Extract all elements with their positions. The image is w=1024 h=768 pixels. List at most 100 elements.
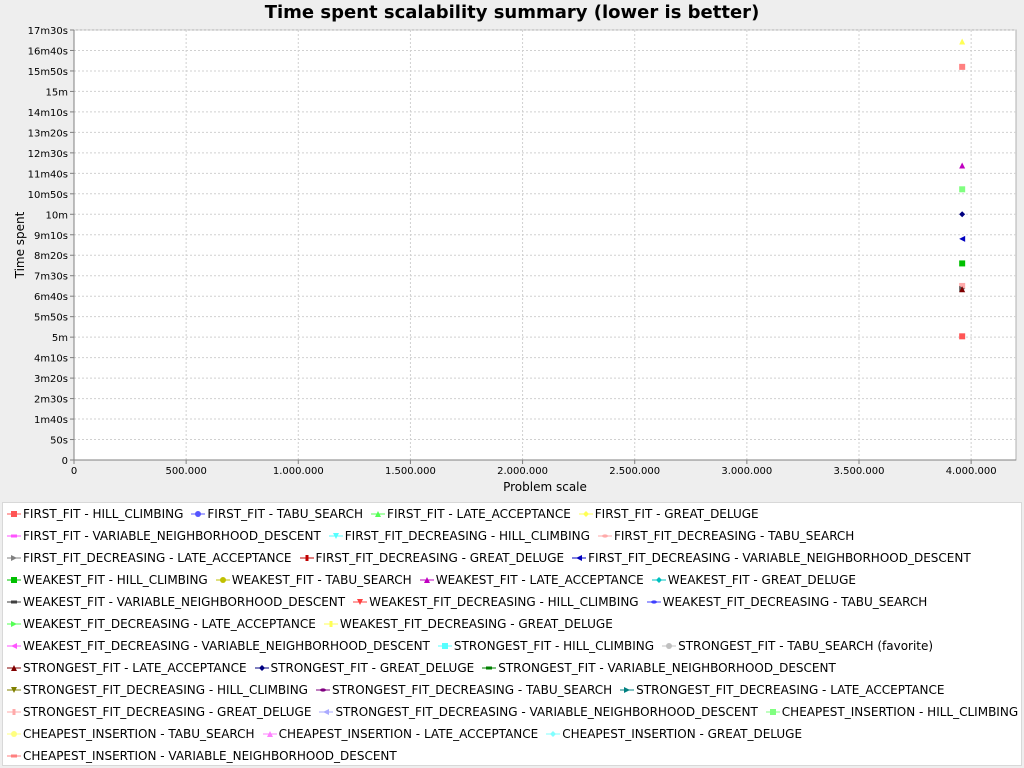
legend-label: FIRST_FIT - GREAT_DELUGE	[594, 507, 759, 521]
data-point	[959, 333, 966, 340]
legend-label: STRONGEST_FIT - VARIABLE_NEIGHBORHOOD_DE…	[498, 661, 836, 675]
legend-label: FIRST_FIT - TABU_SEARCH	[207, 507, 364, 521]
data-point	[959, 63, 966, 70]
legend-swatch	[299, 555, 314, 561]
y-tick-label: 16m40s	[28, 46, 68, 57]
legend-item: STRONGEST_FIT - GREAT_DELUGE	[254, 661, 475, 675]
legend-item: CHEAPEST_INSERTION - HILL_CLIMBING	[765, 705, 1018, 719]
legend-row: STRONGEST_FIT_DECREASING - GREAT_DELUGE S…	[7, 701, 1024, 723]
legend-row: WEAKEST_FIT_DECREASING - LATE_ACCEPTANCE…	[7, 613, 621, 635]
legend-swatch	[7, 600, 21, 604]
legend-item: WEAKEST_FIT - LATE_ACCEPTANCE	[419, 573, 644, 587]
legend-swatch	[7, 754, 21, 758]
legend-label: FIRST_FIT - VARIABLE_NEIGHBORHOOD_DESCEN…	[23, 529, 321, 543]
legend-row: CHEAPEST_INSERTION - VARIABLE_NEIGHBORHO…	[7, 745, 405, 767]
legend-label: WEAKEST_FIT_DECREASING - VARIABLE_NEIGHB…	[23, 639, 430, 653]
legend-swatch	[7, 643, 21, 649]
legend-row: STRONGEST_FIT_DECREASING - HILL_CLIMBING…	[7, 679, 952, 701]
legend-label: STRONGEST_FIT - TABU_SEARCH (favorite)	[678, 639, 934, 653]
legend-label: WEAKEST_FIT - VARIABLE_NEIGHBORHOOD_DESC…	[23, 595, 346, 609]
x-axis-label: Problem scale	[503, 480, 587, 494]
y-axis-ticks: 0 50s 1m40s 2m30s 3m20s 4m10s 5m 5m50s 6m40s 7m30…	[28, 26, 74, 467]
legend-item: STRONGEST_FIT_DECREASING - VARIABLE_NEIG…	[319, 705, 758, 719]
legend-label: WEAKEST_FIT_DECREASING - HILL_CLIMBING	[369, 595, 639, 609]
legend-item: FIRST_FIT_DECREASING - GREAT_DELUGE	[299, 551, 565, 565]
legend-item: CHEAPEST_INSERTION - TABU_SEARCH	[7, 727, 255, 741]
chart-legend: FIRST_FIT - HILL_CLIMBING FIRST_FIT - TAB…	[2, 502, 1022, 766]
legend-swatch	[328, 533, 343, 539]
legend-swatch	[572, 555, 587, 561]
y-tick-label: 17m30s	[28, 26, 68, 37]
legend-label: STRONGEST_FIT_DECREASING - TABU_SEARCH	[331, 683, 613, 697]
legend-label: STRONGEST_FIT_DECREASING - HILL_CLIMBING	[23, 683, 308, 697]
legend-label: WEAKEST_FIT - TABU_SEARCH	[231, 573, 412, 587]
legend-label: FIRST_FIT_DECREASING - HILL_CLIMBING	[344, 529, 590, 543]
legend-swatch	[646, 600, 661, 604]
x-tick-label: 0	[71, 466, 77, 477]
y-tick-label: 12m30s	[28, 149, 68, 160]
legend-swatch	[765, 709, 780, 715]
plot-area	[73, 29, 1017, 461]
legend-label: WEAKEST_FIT_DECREASING - GREAT_DELUGE	[339, 617, 613, 631]
legend-swatch	[546, 731, 561, 737]
legend-item: FIRST_FIT - TABU_SEARCH	[191, 507, 363, 521]
legend-row: FIRST_FIT_DECREASING - LATE_ACCEPTANCE FI…	[7, 547, 979, 569]
legend-label: CHEAPEST_INSERTION - TABU_SEARCH	[23, 727, 255, 741]
legend-row: FIRST_FIT - VARIABLE_NEIGHBORHOOD_DESCEN…	[7, 525, 862, 547]
y-tick-label: 4m10s	[34, 354, 68, 365]
y-tick-label: 5m	[52, 333, 68, 344]
legend-label: WEAKEST_FIT_DECREASING - TABU_SEARCH	[662, 595, 928, 609]
legend-swatch	[191, 511, 206, 517]
legend-label: WEAKEST_FIT - HILL_CLIMBING	[23, 573, 208, 587]
legend-label: STRONGEST_FIT_DECREASING - LATE_ACCEPTAN…	[636, 683, 945, 697]
legend-item: STRONGEST_FIT - HILL_CLIMBING	[437, 639, 655, 653]
legend-label: STRONGEST_FIT - HILL_CLIMBING	[453, 639, 655, 653]
legend-label: FIRST_FIT_DECREASING - LATE_ACCEPTANCE	[23, 551, 292, 565]
legend-swatch	[7, 511, 21, 517]
y-tick-label: 14m10s	[28, 108, 68, 119]
legend-row: STRONGEST_FIT - LATE_ACCEPTANCE STRONGEST…	[7, 657, 844, 679]
legend-item: FIRST_FIT - VARIABLE_NEIGHBORHOOD_DESCEN…	[7, 529, 321, 543]
legend-label: STRONGEST_FIT - GREAT_DELUGE	[270, 661, 475, 675]
y-tick-label: 9m10s	[34, 231, 68, 242]
x-tick-label: 3.000.000	[721, 466, 772, 477]
y-tick-label: 13m20s	[28, 128, 68, 139]
data-point	[959, 260, 966, 267]
legend-label: FIRST_FIT_DECREASING - TABU_SEARCH	[613, 529, 855, 543]
legend-item: STRONGEST_FIT_DECREASING - LATE_ACCEPTAN…	[620, 683, 944, 697]
legend-row: FIRST_FIT - HILL_CLIMBING FIRST_FIT - TAB…	[7, 503, 767, 525]
y-tick-label: 7m30s	[34, 272, 68, 283]
legend-swatch	[7, 687, 21, 693]
legend-swatch	[662, 643, 677, 649]
y-tick-label: 1m40s	[34, 415, 68, 426]
x-tick-label: 500.000	[165, 466, 206, 477]
x-tick-label: 1.500.000	[385, 466, 436, 477]
x-tick-label: 1.000.000	[273, 466, 324, 477]
legend-swatch	[353, 599, 368, 605]
legend-label: FIRST_FIT - LATE_ACCEPTANCE	[387, 507, 571, 521]
data-point	[959, 186, 966, 193]
legend-item: WEAKEST_FIT - TABU_SEARCH	[215, 573, 412, 587]
legend-swatch	[597, 534, 612, 538]
y-axis-label: Time spent	[13, 211, 27, 279]
y-tick-label: 11m40s	[28, 169, 68, 180]
legend-swatch	[315, 688, 330, 692]
legend-swatch	[7, 577, 21, 583]
y-tick-label: 15m	[46, 87, 68, 98]
legend-item: WEAKEST_FIT_DECREASING - VARIABLE_NEIGHB…	[7, 639, 430, 653]
legend-swatch	[651, 577, 666, 583]
legend-swatch	[7, 709, 21, 715]
scatter-chart: 0 500.000 1.000.000 1.500.000 2.000.000 2.500…	[13, 26, 1017, 494]
x-tick-label: 2.500.000	[609, 466, 660, 477]
legend-item: CHEAPEST_INSERTION - VARIABLE_NEIGHBORHO…	[7, 749, 397, 763]
legend-swatch	[437, 643, 452, 649]
legend-label: FIRST_FIT_DECREASING - GREAT_DELUGE	[315, 551, 565, 565]
legend-swatch	[262, 731, 277, 737]
legend-swatch	[254, 665, 269, 671]
legend-item: WEAKEST_FIT - VARIABLE_NEIGHBORHOOD_DESC…	[7, 595, 345, 609]
y-tick-label: 50s	[50, 436, 68, 447]
legend-swatch	[323, 621, 338, 627]
legend-label: STRONGEST_FIT_DECREASING - GREAT_DELUGE	[23, 705, 312, 719]
legend-row: WEAKEST_FIT_DECREASING - VARIABLE_NEIGHB…	[7, 635, 941, 657]
legend-item: FIRST_FIT - GREAT_DELUGE	[578, 507, 759, 521]
